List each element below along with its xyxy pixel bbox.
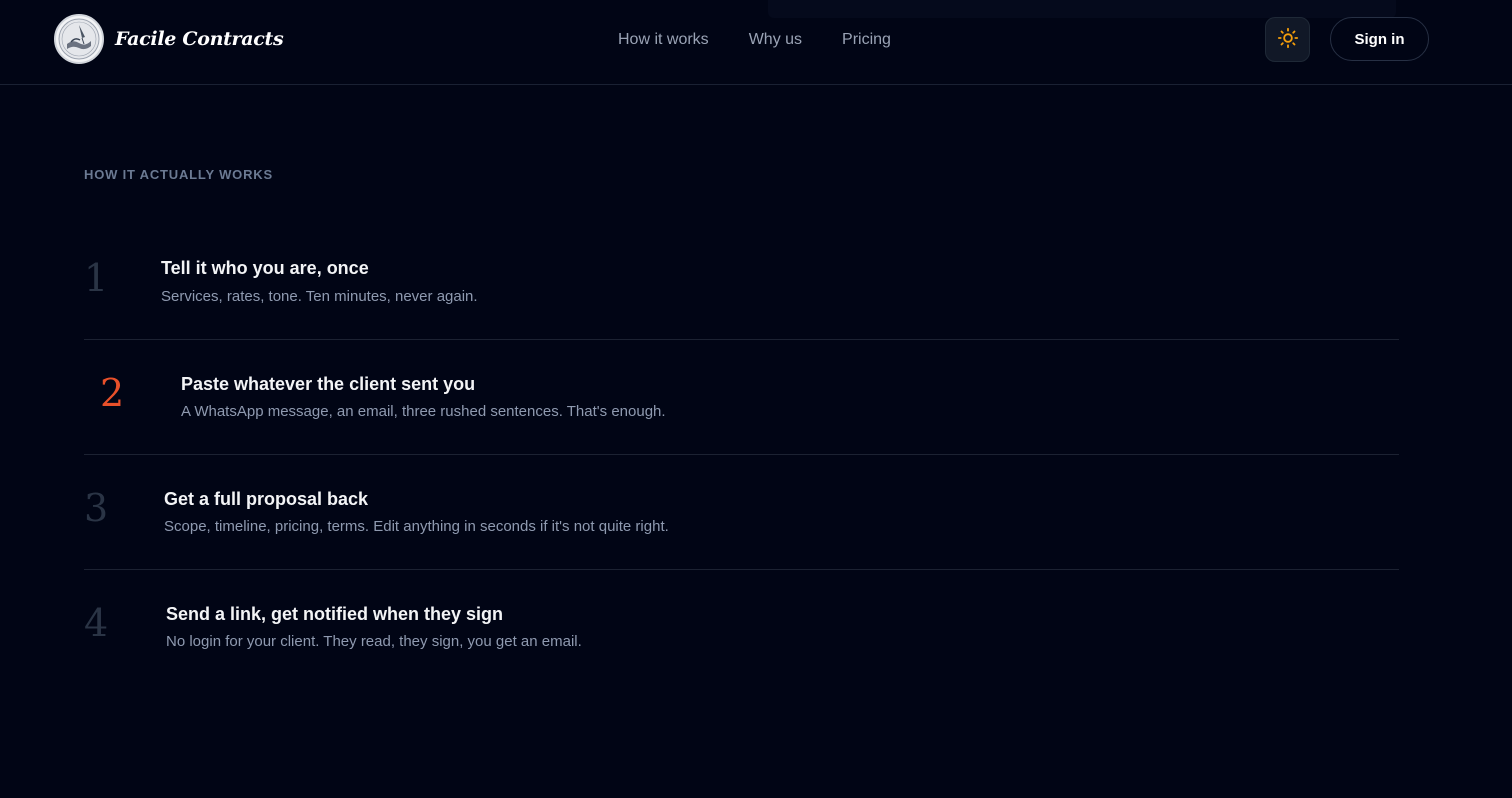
step-number: 3 xyxy=(84,486,109,530)
nav-why-us[interactable]: Why us xyxy=(749,30,802,50)
step-title: Send a link, get notified when they sign xyxy=(166,604,504,624)
step-title: Get a full proposal back xyxy=(164,489,369,509)
step-number: 1 xyxy=(84,256,109,300)
section-eyebrow: HOW IT ACTUALLY WORKS xyxy=(84,167,273,182)
nav-how-it-works[interactable]: How it works xyxy=(618,30,709,50)
steps-container: 1 Tell it who you are, once Services, ra… xyxy=(84,225,1399,685)
step-description: Scope, timeline, pricing, terms. Edit an… xyxy=(164,518,669,535)
sign-in-button[interactable]: Sign in xyxy=(1330,17,1429,61)
nav-pricing[interactable]: Pricing xyxy=(842,30,891,50)
step-description: Services, rates, tone. Ten minutes, neve… xyxy=(161,288,478,305)
brand-link[interactable]: Facile Contracts xyxy=(54,14,284,64)
main-nav: How it works Why us Pricing xyxy=(618,30,891,50)
handshake-quill-seal-icon xyxy=(54,14,104,64)
step-description: No login for your client. They read, the… xyxy=(166,633,582,650)
step-divider xyxy=(84,339,1399,340)
step-number-active: 2 xyxy=(100,371,125,415)
site-header: Facile Contracts How it works Why us Pri… xyxy=(0,0,1512,85)
step-title: Tell it who you are, once xyxy=(161,258,369,278)
sun-icon xyxy=(1277,27,1299,52)
theme-toggle-button[interactable] xyxy=(1265,17,1310,62)
step-divider xyxy=(84,454,1399,455)
brand-name: Facile Contracts xyxy=(115,28,284,50)
step-description: A WhatsApp message, an email, three rush… xyxy=(181,403,666,420)
step-number: 4 xyxy=(84,601,109,645)
step-title: Paste whatever the client sent you xyxy=(181,374,476,394)
step-divider xyxy=(84,569,1399,570)
